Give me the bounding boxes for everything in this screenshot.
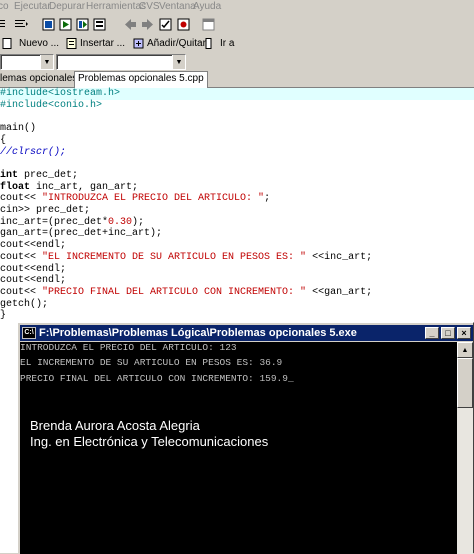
run-icon[interactable] — [57, 16, 75, 33]
debug-icon[interactable] — [175, 16, 193, 33]
code-line: cin>> prec_det; — [0, 205, 91, 217]
keyword: float — [0, 181, 31, 193]
code-line: cout<<endl; — [0, 263, 67, 275]
code-text: <<inc_art; — [306, 251, 373, 263]
toolbar-main — [0, 13, 474, 36]
insert-button[interactable]: Insertar ... — [66, 36, 125, 51]
console-title: F:\Problemas\Problemas Lógica\Problemas … — [39, 327, 357, 339]
code-text: inc_art=(prec_det* — [0, 216, 109, 228]
forward-arrow-icon[interactable] — [139, 16, 157, 33]
console-titlebar[interactable]: C:\ F:\Problemas\Problemas Lógica\Proble… — [20, 325, 473, 341]
console-scrollbar[interactable]: ▲ — [457, 342, 473, 554]
console-line: EL INCREMENTO DE SU ARTICULO EN PESOS ES… — [20, 357, 283, 368]
compile-icon[interactable] — [40, 16, 58, 33]
toolbar-secondary: Nuevo ... Insertar ... Añadir/Quitar Ir … — [0, 35, 474, 53]
member-dropdown[interactable]: ▼ — [56, 54, 186, 70]
selector-bar: ▼ ▼ — [0, 52, 474, 71]
rebuild-icon[interactable] — [91, 16, 109, 33]
string-literal: "EL INCREMENTO DE SU ARTICULO EN PESOS E… — [42, 251, 307, 263]
minimize-icon[interactable]: _ — [425, 327, 439, 339]
menu-item-ventana[interactable]: Ventana — [159, 0, 196, 13]
menu-item-herramientas[interactable]: Herramientas — [86, 0, 146, 13]
code-line: { — [0, 134, 7, 146]
code-text: inc_art, gan_art; — [30, 181, 139, 193]
number-literal: 0.30 — [108, 216, 133, 228]
console-icon: C:\ — [22, 327, 36, 339]
code-line: getch(); — [0, 298, 49, 310]
keyword: int — [0, 169, 19, 181]
code-line: inc_art=(prec_det*0.30); — [0, 217, 474, 229]
code-text: ); — [132, 216, 145, 228]
new-file-icon — [2, 38, 13, 49]
goto-button-label: Ir a — [220, 38, 235, 49]
author-caption: Brenda Aurora Acosta Alegria — [30, 418, 200, 433]
insert-icon — [66, 38, 77, 49]
goto-icon — [203, 38, 214, 49]
menu-item-cvs[interactable]: CVS — [139, 0, 160, 13]
string-literal: "PRECIO FINAL DEL ARTICULO CON INCREMENT… — [42, 286, 307, 298]
source-code: #include<iostream.h> #include<conio.h> ma… — [0, 88, 474, 322]
chevron-down-icon: ▼ — [172, 55, 185, 69]
code-line: cout<<endl; — [0, 240, 67, 252]
new-button-label: Nuevo ... — [19, 38, 60, 49]
back-arrow-icon[interactable] — [121, 16, 139, 33]
add-remove-button[interactable]: Añadir/Quitar — [133, 36, 206, 51]
code-line: cout<< "INTRODUZCA EL PRECIO DEL ARTICUL… — [0, 193, 474, 205]
add-remove-button-label: Añadir/Quitar — [147, 38, 206, 49]
unindent-icon[interactable] — [12, 16, 30, 33]
menu-item-depurar[interactable]: Depurar — [49, 0, 85, 13]
menu-item-ejecutar[interactable]: Ejecutar — [14, 0, 51, 13]
menu-item-co[interactable]: co — [0, 0, 9, 13]
console-window[interactable]: C:\ F:\Problemas\Problemas Lógica\Proble… — [17, 322, 474, 554]
menu-bar: co Ejecutar Depurar Herramientas CVS Ven… — [0, 0, 474, 13]
console-line: PRECIO FINAL DEL ARTICULO CON INCREMENTO… — [20, 373, 294, 384]
code-line: cout<< "EL INCREMENTO DE SU ARTICULO EN … — [0, 252, 474, 264]
tab-problemas-opcionales-5[interactable]: Problemas opcionales 5.cpp — [74, 71, 208, 88]
code-line: cout<< "PRECIO FINAL DEL ARTICULO CON IN… — [0, 287, 474, 299]
code-text: <<gan_art; — [306, 286, 373, 298]
code-line: int prec_det; — [0, 170, 474, 182]
code-text: ; — [264, 193, 271, 205]
close-icon[interactable]: × — [457, 327, 471, 339]
new-button[interactable]: Nuevo ... — [2, 36, 59, 51]
console-output[interactable]: INTRODUZCA EL PRECIO DEL ARTICULO: 123 E… — [20, 342, 457, 554]
code-line: #include<conio.h> — [0, 99, 103, 111]
chevron-down-icon: ▼ — [40, 55, 53, 69]
goto-button[interactable]: Ir a — [203, 36, 234, 51]
code-text: cout<< — [0, 193, 43, 205]
console-line: INTRODUZCA EL PRECIO DEL ARTICULO: 123 — [20, 342, 237, 353]
code-line: #include<iostream.h> — [0, 88, 474, 100]
code-line: cout<<endl; — [0, 275, 67, 287]
file-tabs: lemas opcionales 4.cpp Problemas opciona… — [0, 71, 474, 88]
class-dropdown[interactable]: ▼ — [0, 54, 54, 70]
code-line: } — [0, 310, 7, 322]
menu-item-ayuda[interactable]: Ayuda — [193, 0, 221, 13]
code-line: main() — [0, 123, 37, 135]
code-text: cout<< — [0, 286, 43, 298]
check-icon[interactable] — [157, 16, 175, 33]
maximize-icon[interactable]: □ — [441, 327, 455, 339]
compile-run-icon[interactable] — [74, 16, 92, 33]
add-remove-icon — [133, 38, 144, 49]
indent-icon[interactable] — [0, 16, 10, 33]
scroll-thumb[interactable] — [457, 358, 473, 408]
code-line: //clrscr(); — [0, 146, 67, 158]
window-icon[interactable] — [200, 16, 218, 33]
code-line: gan_art=(prec_det+inc_art); — [0, 228, 163, 240]
code-text: prec_det; — [18, 169, 79, 181]
code-text: cout<< — [0, 251, 43, 263]
scroll-up-icon[interactable]: ▲ — [457, 342, 473, 358]
degree-caption: Ing. en Electrónica y Telecomunicaciones — [30, 434, 269, 449]
string-literal: "INTRODUZCA EL PRECIO DEL ARTICULO: " — [42, 193, 265, 205]
code-line: float inc_art, gan_art; — [0, 182, 474, 194]
insert-button-label: Insertar ... — [80, 38, 126, 49]
